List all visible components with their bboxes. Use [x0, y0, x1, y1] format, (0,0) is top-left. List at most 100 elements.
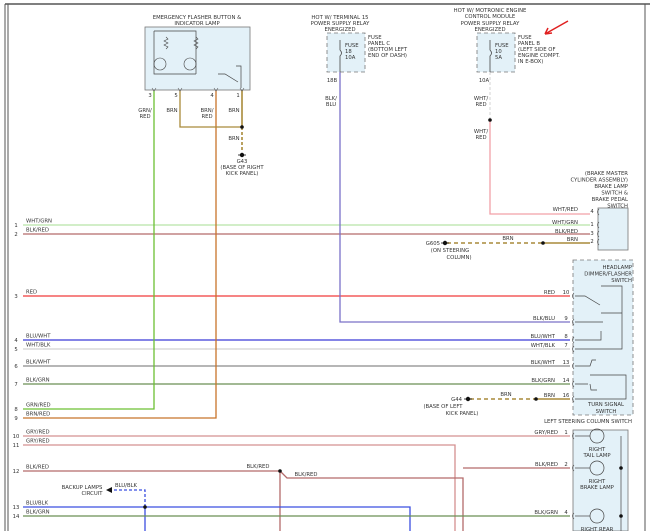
splice-dot: [619, 514, 623, 518]
wire-label: BRN: [228, 108, 239, 114]
headlamp-title: HEADLAMP: [603, 265, 633, 271]
pin-number: 9: [564, 316, 567, 322]
fuse-label: 5A: [495, 55, 502, 61]
arrow-left-icon: [106, 487, 112, 493]
wire-label: BLK/RED: [295, 472, 318, 478]
pin-number: 4: [590, 209, 594, 215]
pin-number: 8: [564, 334, 568, 340]
flasher-switch-box: [144, 26, 251, 91]
flasher-pin-number: 5: [174, 93, 177, 99]
brake-switch-title: CYLINDER ASSEMBLY): [570, 178, 628, 184]
wire-label: BLK/GRN: [534, 510, 558, 516]
wire-label: BRN: [228, 136, 239, 142]
wire-label: BRN: [544, 393, 555, 399]
connector-pin-number: 12: [13, 469, 20, 475]
wire-label: BLU/BLK: [115, 483, 138, 489]
wire-label: BLK/RED: [535, 462, 558, 468]
pin-number: 1: [590, 222, 593, 228]
wire-label: BRN: [567, 237, 578, 243]
wire-wht-red: [489, 120, 590, 215]
wire-label: BLU/WHT: [531, 334, 556, 340]
pin-number: 1: [564, 430, 567, 436]
wire-blu-blk-backup: [112, 489, 146, 507]
wire-color-label: WHT/GRN: [26, 219, 52, 225]
wire-label: WHT/RED: [553, 207, 578, 213]
wire-brn-red: [23, 90, 217, 419]
wires: [23, 72, 590, 531]
panel-label: END OF DASH): [368, 53, 407, 59]
wire-color-label: BLK/GRN: [26, 510, 50, 516]
brake-switch-title: BRAKE LAMP: [594, 184, 628, 190]
wire-color-label: BLU/BLK: [26, 501, 49, 507]
lamp-name: RIGHT REAR: [581, 527, 614, 531]
wire-color-label: GRY/RED: [26, 430, 50, 436]
panel-label: IN E-BOX): [518, 59, 543, 65]
ground-label: G44: [451, 397, 462, 403]
splice-dot: [619, 466, 623, 470]
wire-label: RED: [201, 114, 212, 120]
pin-label: 10A: [479, 78, 490, 84]
wire-label: RED: [475, 102, 486, 108]
ground-desc: KICK PANEL): [446, 411, 479, 417]
flasher-pin-number: 4: [210, 93, 214, 99]
wire-label: RED: [475, 135, 486, 141]
connector-pin-number: 13: [13, 505, 20, 511]
turn-title: SWITCH: [596, 409, 617, 415]
wire-color-label: BRN/RED: [26, 412, 50, 418]
ground-label: G605: [426, 241, 440, 247]
wire-color-label: GRN/RED: [26, 403, 51, 409]
fuse-label: 10A: [345, 55, 356, 61]
pin-number: 10: [563, 290, 570, 296]
pin-number: 2: [590, 239, 593, 245]
pin-number: 2: [564, 462, 567, 468]
wire-color-label: RED: [26, 290, 37, 296]
pin-number: 4: [564, 510, 568, 516]
components: [106, 20, 634, 531]
wire-color-label: BLK/WHT: [26, 360, 51, 366]
pin-number: 7: [564, 343, 567, 349]
wire-blk-red-branch: [279, 470, 464, 531]
connector-pin-number: 3: [14, 294, 17, 300]
wire-color-label: GRY/RED: [26, 439, 50, 445]
connector-pin-number: 11: [13, 443, 20, 449]
flasher-title: INDICATOR LAMP: [174, 21, 220, 27]
brake-lamp-switch-box: [597, 207, 629, 251]
wire-label: BLK/RED: [555, 229, 578, 235]
headlamp-title: SWITCH: [611, 278, 632, 284]
connector-pin-number: 14: [13, 514, 20, 520]
flasher-pin-number: 3: [148, 93, 151, 99]
wire-label: BLK/RED: [247, 464, 270, 470]
ground-desc: COLUMN): [446, 255, 471, 261]
pin-number: 14: [563, 378, 570, 384]
wiring-diagram: 1 WHT/GRN 2 BLK/RED 3 RED 4 BLU/WHT 5 WHT/BLK 6 BLK…: [4, 3, 650, 531]
wire-label: RED: [139, 114, 150, 120]
pin-label: 18B: [327, 78, 338, 84]
wire-color-label: WHT/BLK: [26, 343, 51, 349]
splice-dot: [143, 505, 147, 509]
wire-label: BLK/GRN: [531, 378, 555, 384]
connector-pin-number: 2: [14, 232, 17, 238]
wire-blk-blu: [339, 72, 570, 323]
wire-label: WHT/BLK: [531, 343, 556, 349]
ground-desc: KICK PANEL): [226, 171, 259, 177]
connector-pin-number: 1: [14, 223, 17, 229]
wire-label: BRN: [500, 392, 511, 398]
hot-label: CONTROL MODULE: [465, 14, 516, 20]
connector-pin-number: 7: [14, 382, 17, 388]
turn-title: TURN SIGNAL: [587, 402, 624, 408]
red-arrow-annotation: [544, 20, 569, 35]
splice-dot: [278, 469, 282, 473]
splice-dot: [240, 125, 244, 129]
wire-color-label: BLK/RED: [26, 228, 49, 234]
wire-label: GRY/RED: [534, 430, 558, 436]
wire-label: BRN: [166, 108, 177, 114]
splice-dot: [541, 241, 545, 245]
wire-label: BLK/BLU: [533, 316, 555, 322]
splice-dot: [534, 397, 538, 401]
ground-desc: (ON STEERING: [431, 248, 469, 254]
wire-color-label: BLK/RED: [26, 465, 49, 471]
hot-label: ENERGIZED: [324, 27, 355, 33]
wire-label: BLU: [326, 102, 336, 108]
wire-label: WHT/GRN: [552, 220, 578, 226]
wire-label: RED: [544, 290, 555, 296]
